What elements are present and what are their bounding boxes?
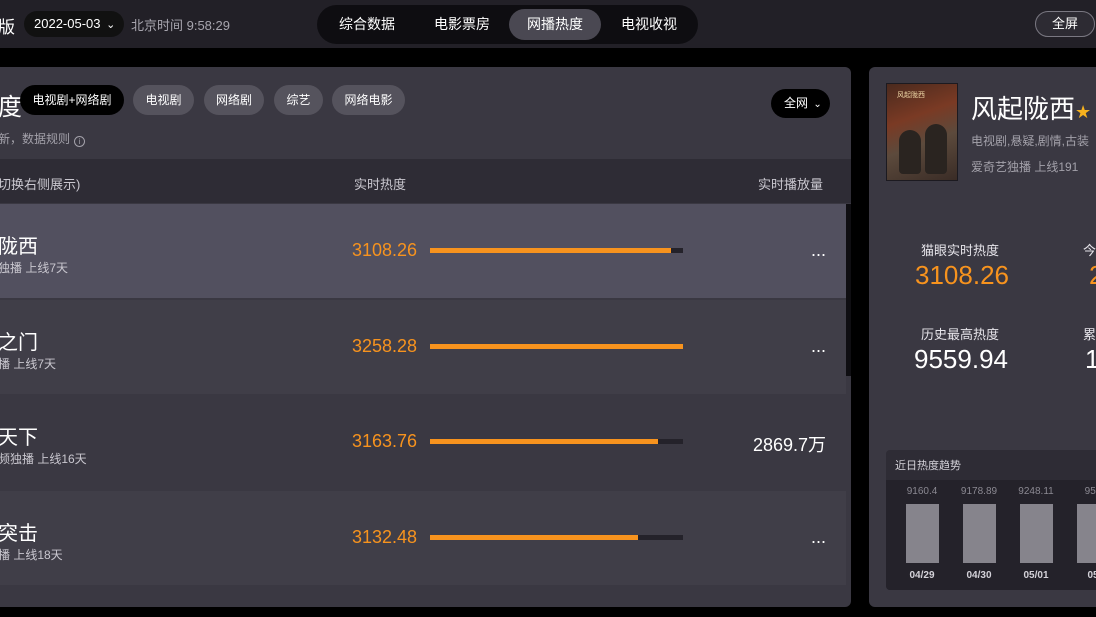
row-plays-value: ... — [810, 527, 826, 547]
trend-plot-area: 9160.4 04/29 9178.89 04/30 9248.11 05/01 955 05 — [886, 480, 1096, 590]
row-show-name: 突击 — [0, 523, 38, 545]
date-value: 2022-05-03 — [34, 16, 101, 31]
trend-bar-date: 04/30 — [966, 570, 992, 581]
trend-title: 近日热度趋势 — [895, 460, 961, 472]
chevron-down-icon: ⌄ — [813, 99, 822, 110]
table-row[interactable]: 突击播 上线18天 3132.48... — [0, 491, 846, 585]
filter-variety[interactable]: 综艺 — [274, 85, 323, 115]
column-plays: 实时播放量 — [758, 177, 824, 192]
date-picker[interactable]: 2022-05-03 ⌄ — [24, 11, 124, 37]
trend-bar-date: 05 — [1087, 570, 1096, 581]
panel-title: 度 — [0, 94, 22, 121]
main-tabs: 综合数据 电影票房 网播热度 电视收视 — [317, 5, 698, 44]
stat-label-cumulative: 累 — [1083, 327, 1096, 342]
row-heat-value: 3163.76 — [352, 431, 418, 451]
row-show-meta: 播 上线7天 — [0, 357, 57, 371]
tab-tv-ratings[interactable]: 电视收视 — [603, 9, 695, 40]
row-plays-value: 2869.7万 — [752, 435, 826, 455]
star-icon[interactable]: ★ — [1075, 102, 1091, 122]
row-show-name: 陇西 — [0, 236, 38, 258]
row-plays-value: ... — [810, 336, 826, 356]
stat-label-today: 今 — [1083, 243, 1096, 258]
ranking-panel: 度 电视剧+网络剧 电视剧 网络剧 综艺 网络电影 全网 ⌄ 新，数据规则 i 切… — [0, 67, 851, 607]
trend-bar[interactable] — [1020, 504, 1053, 563]
table-row[interactable]: 之门播 上线7天 3258.28... — [0, 300, 846, 394]
row-heat-bar-fill — [430, 535, 639, 540]
filter-tv-and-web-series[interactable]: 电视剧+网络剧 — [20, 85, 124, 115]
tab-overview[interactable]: 综合数据 — [321, 9, 413, 40]
tab-box-office[interactable]: 电影票房 — [416, 9, 508, 40]
show-title-text: 风起陇西 — [971, 94, 1076, 124]
row-heat-bar — [430, 344, 683, 349]
column-heat: 实时热度 — [354, 177, 407, 192]
trend-bar-value: 9160.4 — [906, 486, 938, 497]
trend-bar-date: 04/29 — [909, 570, 935, 581]
row-show-meta: 独播 上线7天 — [0, 261, 69, 275]
column-name: 切换右侧展示) — [0, 177, 81, 192]
fullscreen-button[interactable]: 全屏 — [1035, 11, 1095, 37]
stat-value-cumulative: 1 — [1085, 344, 1096, 374]
trend-bar-value: 9178.89 — [960, 486, 998, 497]
row-heat-bar-fill — [430, 439, 658, 444]
row-plays-value: ... — [810, 240, 826, 260]
trend-bar-date: 05/01 — [1023, 570, 1049, 581]
row-heat-bar — [430, 439, 683, 444]
beijing-clock: 北京时间 9:58:29 — [131, 18, 230, 33]
brand-title: 版 — [0, 18, 15, 37]
table-row[interactable]: 陇西独播 上线7天 3108.26... — [0, 204, 846, 298]
data-rules-text: 新，数据规则 — [0, 132, 71, 146]
data-rules-note: 新，数据规则 i — [0, 130, 86, 147]
stat-value-today: 2 — [1089, 260, 1096, 291]
scrollbar[interactable] — [846, 204, 851, 376]
row-heat-value: 3258.28 — [352, 336, 418, 356]
trend-bar-value: 955 — [1084, 486, 1096, 497]
tab-web-heat[interactable]: 网播热度 — [509, 9, 601, 40]
show-platform: 爱奇艺独播 上线191 — [971, 160, 1079, 174]
stat-value-peak-heat: 9559.94 — [914, 344, 1008, 374]
row-heat-bar — [430, 248, 683, 253]
row-show-meta: 频独播 上线16天 — [0, 452, 87, 466]
filter-web-movie[interactable]: 网络电影 — [332, 85, 405, 115]
top-bar: 版 2022-05-03 ⌄ 北京时间 9:58:29 综合数据 电影票房 网播… — [0, 0, 1096, 48]
trend-bar-value: 9248.11 — [1018, 486, 1054, 497]
stat-label-peak-heat: 历史最高热度 — [921, 327, 1000, 342]
show-title: 风起陇西★ — [971, 89, 1091, 126]
trend-bar[interactable] — [963, 504, 996, 563]
row-heat-bar — [430, 535, 683, 540]
filter-tv-series[interactable]: 电视剧 — [133, 85, 194, 115]
platform-dropdown-value: 全网 — [784, 96, 809, 110]
row-heat-bar-fill — [430, 248, 672, 253]
stat-label-realtime-heat: 猫眼实时热度 — [921, 243, 1000, 258]
trend-chart: 近日热度趋势 9160.4 04/29 9178.89 04/30 9248.11 05/… — [886, 450, 1096, 590]
table-header: 切换右侧展示) 实时热度 实时播放量 — [0, 159, 851, 203]
poster-caption: 风起陇西 — [897, 92, 925, 99]
show-genres: 电视剧,悬疑,剧情,古装 — [971, 134, 1090, 148]
row-heat-bar-fill — [430, 344, 683, 349]
info-icon[interactable]: i — [74, 136, 86, 147]
stat-value-realtime-heat: 3108.26 — [915, 260, 1009, 290]
filter-web-series[interactable]: 网络剧 — [204, 85, 264, 115]
chevron-down-icon: ⌄ — [106, 19, 116, 31]
row-show-name: 之门 — [0, 332, 38, 354]
platform-dropdown[interactable]: 全网 ⌄ — [771, 89, 830, 118]
trend-bar[interactable] — [1077, 504, 1096, 563]
row-show-name: 天下 — [0, 427, 38, 449]
detail-panel: 风起陇西 风起陇西★ 电视剧,悬疑,剧情,古装 爱奇艺独播 上线191 猫眼实时… — [869, 67, 1096, 607]
row-heat-value: 3108.26 — [352, 240, 418, 260]
row-heat-value: 3132.48 — [352, 527, 418, 547]
poster-image: 风起陇西 — [886, 83, 958, 181]
table-row[interactable]: 天下频独播 上线16天 3163.76 2869.7万 — [0, 395, 846, 489]
trend-bar[interactable] — [906, 504, 939, 563]
row-show-meta: 播 上线18天 — [0, 548, 63, 562]
